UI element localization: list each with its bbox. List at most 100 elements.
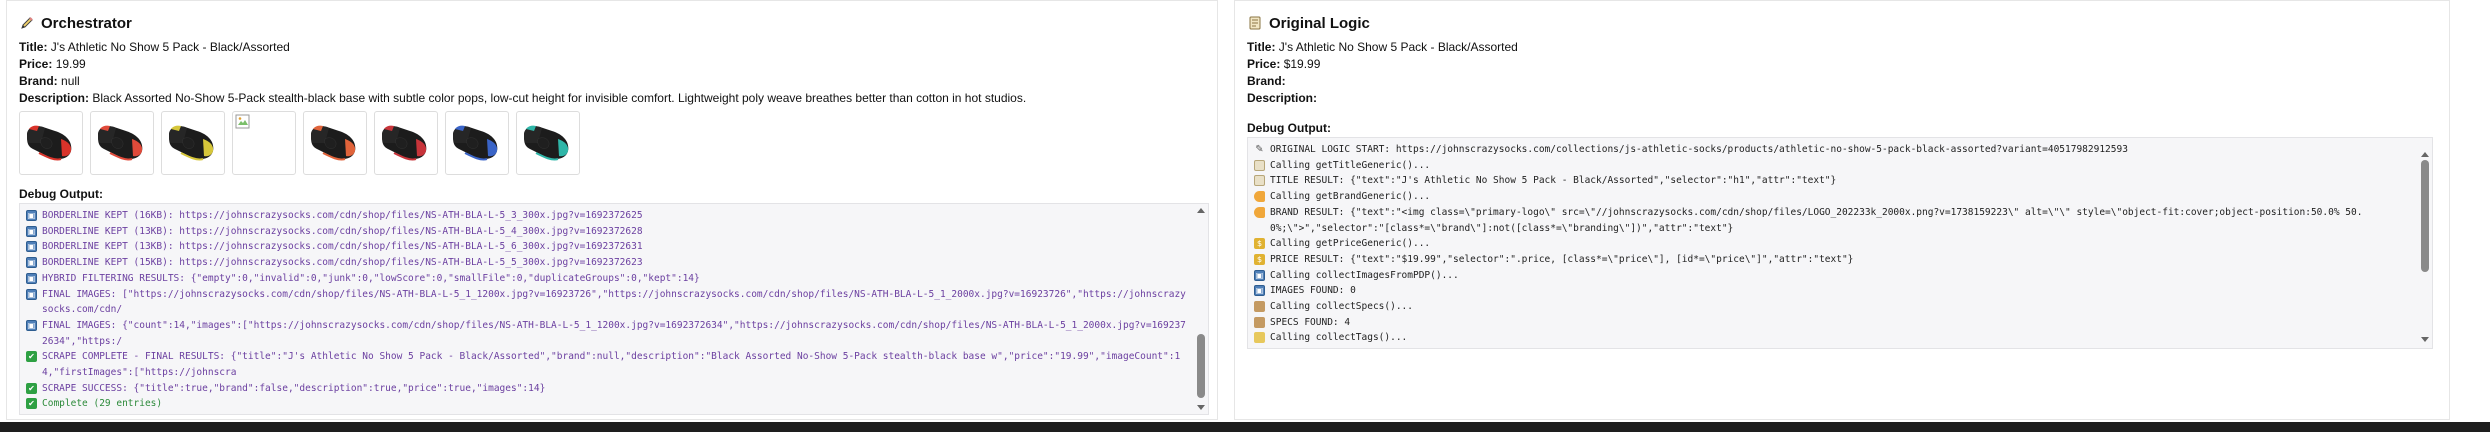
field-brand: Brand: xyxy=(1247,73,2427,90)
image-icon: ▣ xyxy=(26,272,37,284)
tag-icon xyxy=(1254,191,1265,203)
image-icon: ▣ xyxy=(26,241,37,253)
check-icon: ✔ xyxy=(26,351,37,363)
log-text: BORDERLINE KEPT (15KB): https://johnscra… xyxy=(42,257,643,269)
log-entry: $ PRICE RESULT: {"text":"$19.99","selecto… xyxy=(1254,252,2414,268)
field-label: Price: xyxy=(1247,57,1281,71)
log-entry: ✔ SCRAPE SUCCESS: {"title":true,"brand":f… xyxy=(26,381,1190,397)
log-entry: ▣ FINAL IMAGES: ["https://johnscrazysocks… xyxy=(26,287,1190,318)
field-brand: Brand: null xyxy=(19,73,1199,90)
log-entry: ▣ BORDERLINE KEPT (13KB): https://johnscr… xyxy=(26,239,1190,255)
field-description: Description: Black Assorted No-Show 5-Pa… xyxy=(19,90,1199,107)
log-text: SPECS FOUND: 4 xyxy=(1270,316,1351,328)
field-value: $19.99 xyxy=(1283,57,1321,71)
scroll-down-arrow-icon[interactable] xyxy=(2421,337,2429,342)
field-label: Price: xyxy=(19,57,53,71)
debug-log[interactable]: ✎ ORIGINAL LOGIC START: https://johnscraz… xyxy=(1247,137,2433,349)
field-title: Title: J's Athletic No Show 5 Pack - Bla… xyxy=(19,39,1199,56)
money-bag-icon: $ xyxy=(1254,253,1265,265)
original-logic-fields: Title: J's Athletic No Show 5 Pack - Bla… xyxy=(1247,39,2427,107)
scroll-up-arrow-icon[interactable] xyxy=(1197,208,1205,213)
log-text: HYBRID FILTERING RESULTS: {"empty":0,"in… xyxy=(42,272,700,284)
scroll-thumb[interactable] xyxy=(2421,160,2429,272)
scroll-up-arrow-icon[interactable] xyxy=(2421,152,2429,157)
debug-log-lines: ▣ BORDERLINE KEPT (16KB): https://johnscr… xyxy=(26,208,1190,412)
field-value: J's Athletic No Show 5 Pack - Black/Asso… xyxy=(50,40,290,54)
log-entry: ▣ FINAL IMAGES: {"count":14,"images":["ht… xyxy=(26,318,1190,349)
broken-image-icon[interactable] xyxy=(232,111,296,175)
field-price: Price: 19.99 xyxy=(19,56,1199,73)
original-logic-panel: Original Logic Title: J's Athletic No Sh… xyxy=(1234,0,2450,420)
product-thumbnail[interactable] xyxy=(445,111,509,175)
field-value: 19.99 xyxy=(55,57,86,71)
product-thumbnail[interactable] xyxy=(303,111,367,175)
field-value: Black Assorted No-Show 5-Pack stealth-bl… xyxy=(92,91,1027,105)
debug-log[interactable]: ▣ BORDERLINE KEPT (16KB): https://johnscr… xyxy=(19,203,1209,415)
log-text: Calling getPriceGeneric()... xyxy=(1270,238,1431,250)
log-text: ORIGINAL LOGIC START: https://johnscrazy… xyxy=(1270,144,2128,155)
log-text: BORDERLINE KEPT (13KB): https://johnscra… xyxy=(42,225,643,237)
log-entry: ▣ IMAGES FOUND: 0 xyxy=(1254,283,2414,299)
window-bottom-edge xyxy=(0,422,2490,432)
log-text: Calling collectTags()... xyxy=(1270,332,1408,344)
box-icon xyxy=(1254,301,1265,313)
log-text: Calling collectImagesFromPDP()... xyxy=(1270,269,1459,281)
log-entry: ▣ HYBRID FILTERING RESULTS: {"empty":0,"i… xyxy=(26,271,1190,287)
log-entry: $ Calling getPriceGeneric()... xyxy=(1254,236,2414,252)
log-text: Calling getBrandGeneric()... xyxy=(1270,191,1431,203)
field-label: Brand: xyxy=(19,74,58,88)
debug-output-label: Debug Output: xyxy=(1247,121,1331,135)
product-thumbnail[interactable] xyxy=(161,111,225,175)
log-entry: Calling getBrandGeneric()... xyxy=(1254,189,2414,205)
log-text: FINAL IMAGES: {"count":14,"images":["htt… xyxy=(42,319,1186,347)
image-icon: ▣ xyxy=(26,257,37,269)
orchestrator-heading: Orchestrator xyxy=(19,13,132,33)
image-icon: ▣ xyxy=(26,288,37,300)
log-text: Calling collectSpecs()... xyxy=(1270,301,1413,313)
money-bag-icon: $ xyxy=(1254,238,1265,250)
log-entry: Calling getTitleGeneric()... xyxy=(1254,158,2414,174)
pencil-icon: ✎ xyxy=(1255,144,1264,155)
orchestrator-title: Orchestrator xyxy=(41,14,132,32)
scroll-down-arrow-icon[interactable] xyxy=(1197,405,1205,410)
log-text: BORDERLINE KEPT (16KB): https://johnscra… xyxy=(42,210,643,221)
debug-scrollbar[interactable] xyxy=(1196,206,1206,412)
check-icon: ✔ xyxy=(26,398,37,410)
field-label: Title: xyxy=(19,40,48,54)
product-image-strip xyxy=(19,111,580,175)
scroll-thumb[interactable] xyxy=(1197,334,1205,398)
debug-output-label: Debug Output: xyxy=(19,187,103,201)
debug-log-lines: ✎ ORIGINAL LOGIC START: https://johnscraz… xyxy=(1254,142,2414,346)
field-label: Title: xyxy=(1247,40,1276,54)
product-thumbnail[interactable] xyxy=(516,111,580,175)
field-title: Title: J's Athletic No Show 5 Pack - Bla… xyxy=(1247,39,2427,56)
log-entry: Calling collectSpecs()... xyxy=(1254,299,2414,315)
image-icon: ▣ xyxy=(1254,269,1265,281)
document-icon xyxy=(1254,175,1265,187)
log-text: SCRAPE COMPLETE - FINAL RESULTS: {"title… xyxy=(42,351,1181,379)
field-label: Description: xyxy=(19,91,90,105)
original-logic-heading: Original Logic xyxy=(1247,13,1370,33)
product-thumbnail[interactable] xyxy=(19,111,83,175)
log-text: SCRAPE SUCCESS: {"title":true,"brand":fa… xyxy=(42,382,546,394)
image-icon: ▣ xyxy=(1254,285,1265,297)
log-entry: ▣ BORDERLINE KEPT (15KB): https://johnscr… xyxy=(26,255,1190,271)
log-entry: ✎ ORIGINAL LOGIC START: https://johnscraz… xyxy=(1254,142,2414,158)
product-thumbnail[interactable] xyxy=(90,111,154,175)
log-text: BRAND RESULT: {"text":"<img class=\"prim… xyxy=(1270,206,2363,234)
log-entry: ▣ Calling collectImagesFromPDP()... xyxy=(1254,268,2414,284)
check-icon: ✔ xyxy=(26,382,37,394)
tag-icon xyxy=(1254,206,1265,218)
product-thumbnail[interactable] xyxy=(374,111,438,175)
log-text: IMAGES FOUND: 0 xyxy=(1270,285,1356,297)
ruler-icon xyxy=(1254,332,1265,344)
log-text: BORDERLINE KEPT (13KB): https://johnscra… xyxy=(42,241,643,253)
image-icon: ▣ xyxy=(26,210,37,221)
image-icon: ▣ xyxy=(26,225,37,237)
log-entry: Calling collectTags()... xyxy=(1254,330,2414,346)
log-entry: BRAND RESULT: {"text":"<img class=\"prim… xyxy=(1254,205,2414,236)
log-entry: SPECS FOUND: 4 xyxy=(1254,315,2414,331)
log-entry: TITLE RESULT: {"text":"J's Athletic No S… xyxy=(1254,173,2414,189)
field-label: Description: xyxy=(1247,91,1318,105)
debug-scrollbar[interactable] xyxy=(2420,150,2430,344)
